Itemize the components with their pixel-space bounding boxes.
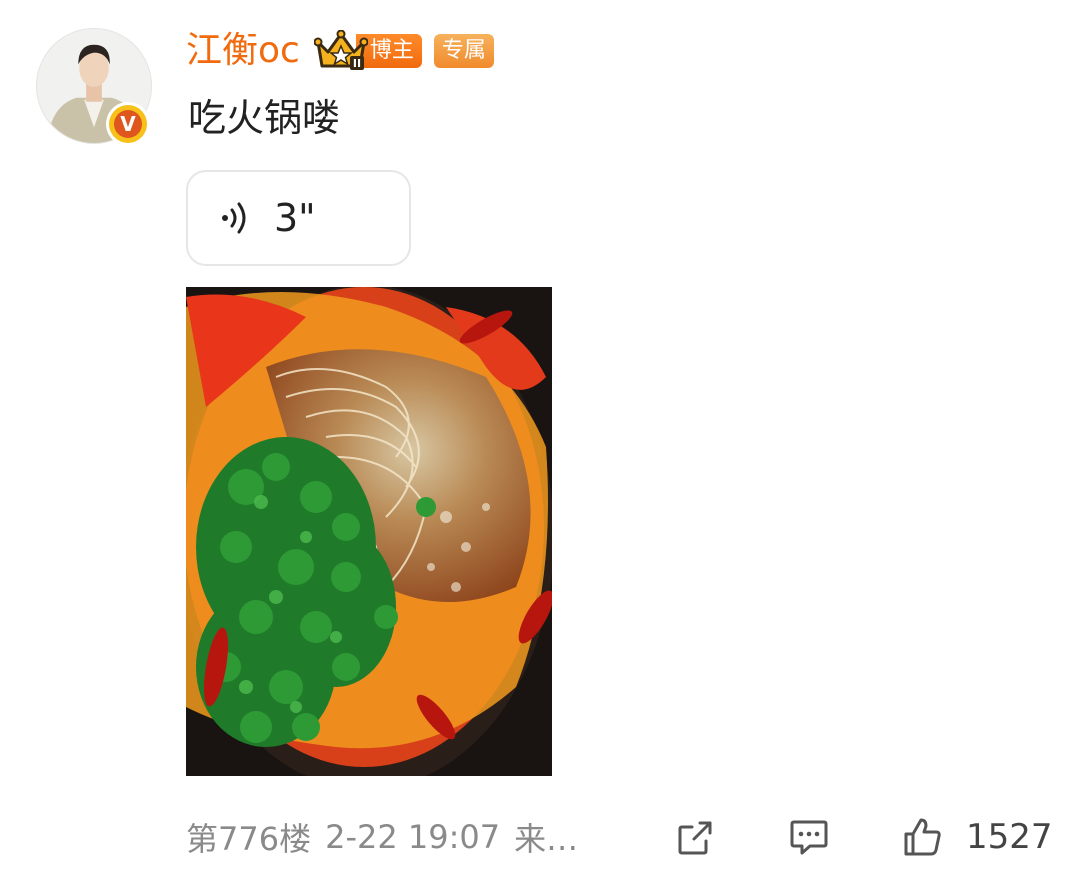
comment-meta: 第776楼 2-22 19:07 来… bbox=[186, 812, 578, 862]
comment-header: 江衡oc II 博主 专属 bbox=[186, 26, 494, 76]
comment-item: V 江衡oc II 博主 专属 吃火锅喽 3" 第776楼 2-22 19:07… bbox=[0, 0, 1080, 887]
thumbs-up-icon bbox=[904, 818, 941, 856]
sound-wave-icon bbox=[216, 198, 256, 238]
username[interactable]: 江衡oc bbox=[186, 26, 300, 76]
comment-time: 2-22 19:07 bbox=[325, 818, 501, 856]
floor-number: 第776楼 bbox=[186, 820, 312, 858]
share-icon bbox=[678, 821, 712, 855]
comment-icon bbox=[790, 820, 828, 855]
reply-button[interactable] bbox=[788, 812, 830, 862]
like-button[interactable]: 1527 bbox=[902, 812, 1053, 862]
verified-badge: V bbox=[106, 102, 150, 146]
voice-message[interactable]: 3" bbox=[186, 170, 411, 266]
comment-source: 来… bbox=[514, 820, 579, 858]
comment-text: 吃火锅喽 bbox=[188, 96, 341, 140]
like-count: 1527 bbox=[966, 817, 1053, 857]
blogger-badge[interactable]: II 博主 bbox=[313, 30, 422, 72]
exclusive-badge[interactable]: 专属 bbox=[433, 34, 494, 68]
v-verified-icon: V bbox=[114, 110, 142, 138]
comment-photo[interactable] bbox=[186, 287, 552, 776]
level-label: II bbox=[353, 57, 361, 70]
crown-icon: II bbox=[313, 30, 368, 72]
share-button[interactable] bbox=[676, 812, 716, 862]
voice-duration: 3" bbox=[274, 196, 316, 240]
